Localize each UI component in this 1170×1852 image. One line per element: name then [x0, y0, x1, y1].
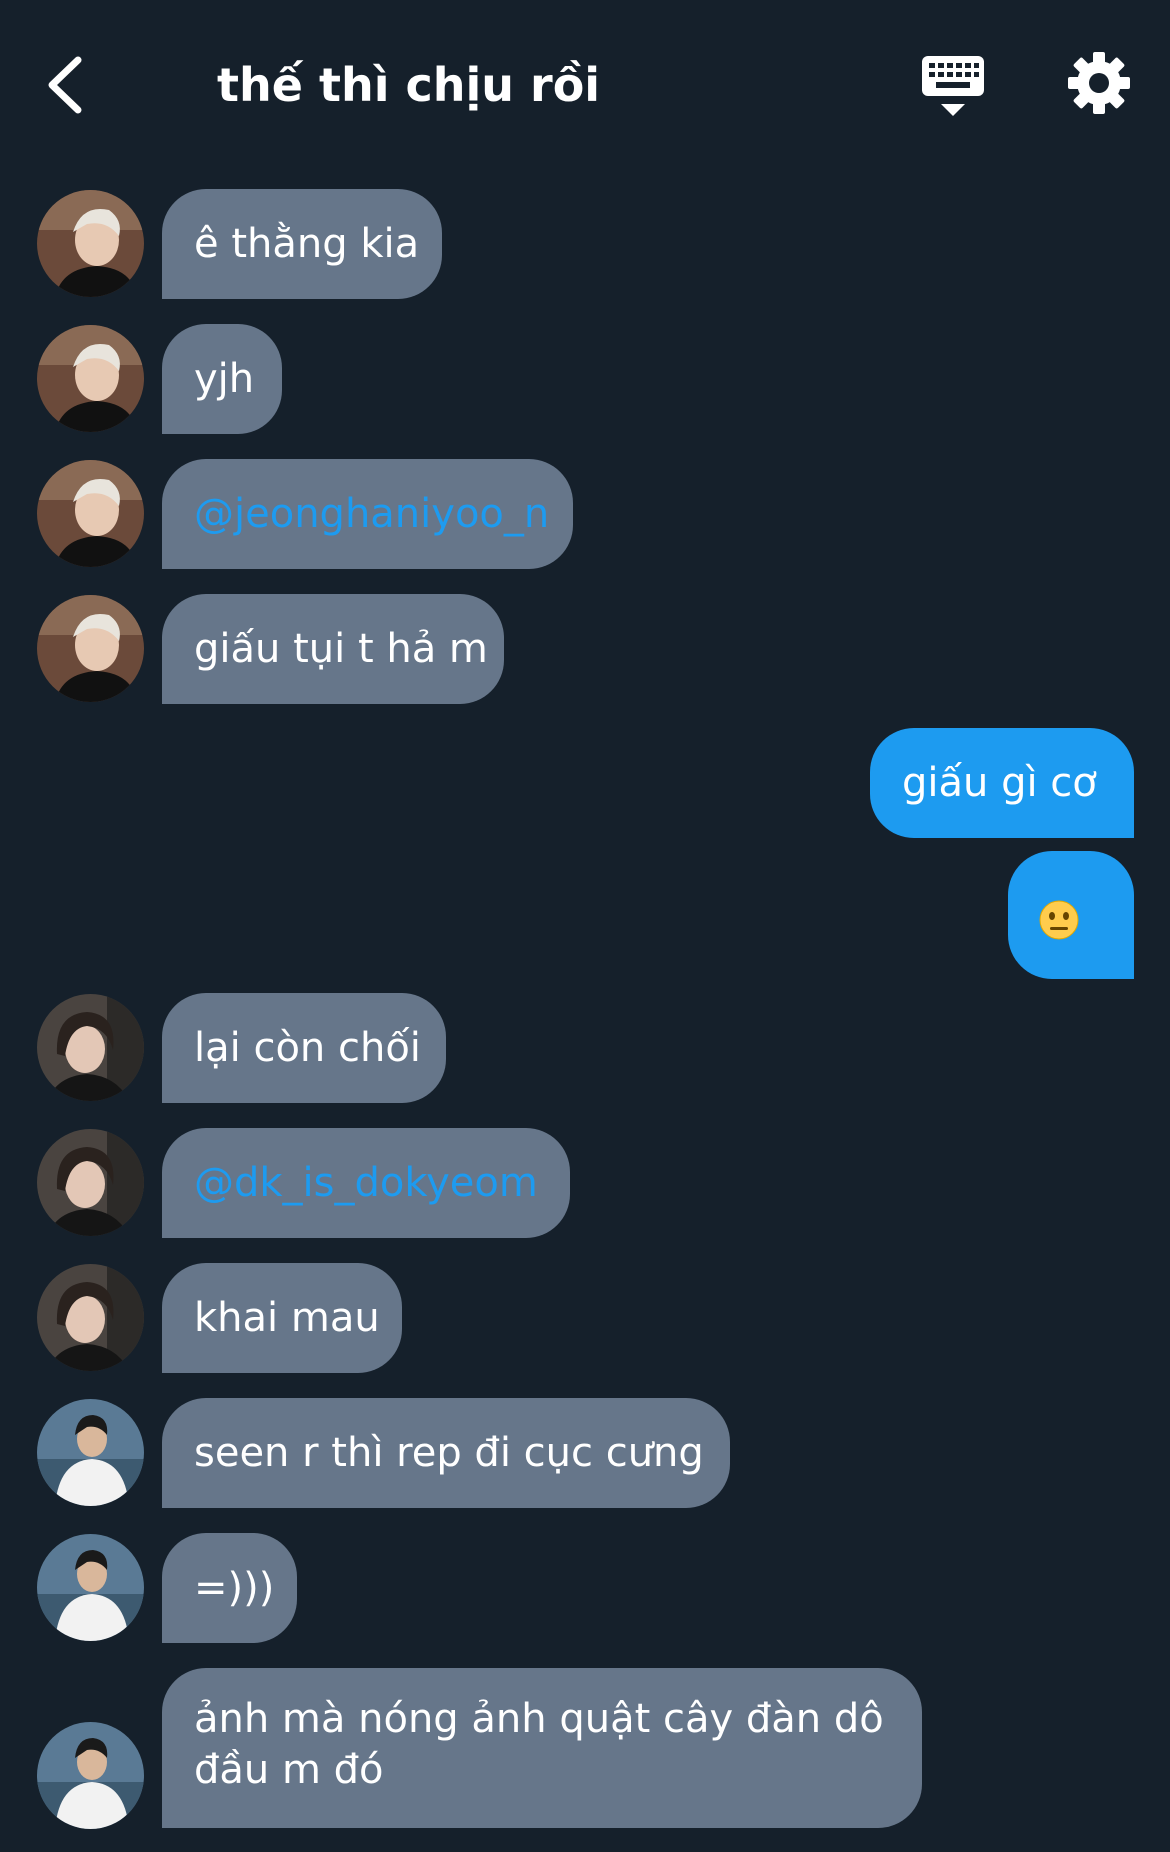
message-text: seen r thì rep đi cục cưng — [194, 1430, 704, 1476]
settings-button[interactable] — [1066, 50, 1132, 116]
message-text: khai mau — [194, 1295, 380, 1341]
avatar[interactable] — [37, 994, 144, 1101]
message-text-line-1: ảnh mà nóng ảnh quật cây đàn dô — [194, 1696, 884, 1742]
avatar[interactable] — [37, 190, 144, 297]
mention-link[interactable]: @jeonghaniyoo_n — [194, 489, 549, 539]
message-bubble[interactable]: khai mau — [162, 1263, 402, 1373]
message-bubble-outgoing[interactable]: giấu gì cơ — [870, 728, 1134, 838]
message-bubble[interactable]: giấu tụi t hả m — [162, 594, 504, 704]
mention-link[interactable]: @dk_is_dokyeom — [194, 1158, 538, 1208]
message-bubble[interactable]: =))) — [162, 1533, 297, 1643]
chat-header: thế thì chịu rồi — [0, 0, 1170, 170]
message-bubble[interactable]: ê thằng kia — [162, 189, 442, 299]
neutral-face-emoji-icon — [1039, 900, 1079, 940]
message-text-line-2: đầu m đó — [194, 1747, 384, 1793]
message-text: giấu gì cơ — [902, 760, 1097, 806]
message-text: ê thằng kia — [194, 221, 420, 267]
message-text: giấu tụi t hả m — [194, 626, 488, 672]
message-text: lại còn chối — [194, 1025, 421, 1071]
back-button[interactable] — [40, 50, 100, 120]
avatar[interactable] — [37, 325, 144, 432]
avatar[interactable] — [37, 1722, 144, 1829]
avatar[interactable] — [37, 1534, 144, 1641]
message-text: yjh — [194, 356, 255, 402]
keyboard-toggle-button[interactable] — [920, 52, 986, 122]
message-bubble[interactable]: lại còn chối — [162, 993, 446, 1103]
keyboard-icon — [922, 56, 984, 116]
avatar[interactable] — [37, 1129, 144, 1236]
avatar[interactable] — [37, 1399, 144, 1506]
avatar[interactable] — [37, 460, 144, 567]
avatar[interactable] — [37, 1264, 144, 1371]
message-bubble[interactable]: yjh — [162, 324, 282, 434]
message-bubble[interactable]: ảnh mà nóng ảnh quật cây đàn dô đầu m đó — [162, 1668, 922, 1828]
message-bubble[interactable]: @dk_is_dokyeom — [162, 1128, 570, 1238]
message-text: =))) — [194, 1565, 275, 1611]
message-bubble[interactable]: @jeonghaniyoo_n — [162, 459, 573, 569]
message-bubble[interactable]: seen r thì rep đi cục cưng — [162, 1398, 730, 1508]
conversation-title[interactable]: thế thì chịu rồi — [217, 50, 600, 120]
gear-icon — [1068, 52, 1130, 114]
chevron-left-icon — [48, 56, 82, 114]
message-bubble-outgoing[interactable] — [1008, 851, 1134, 979]
avatar[interactable] — [37, 595, 144, 702]
